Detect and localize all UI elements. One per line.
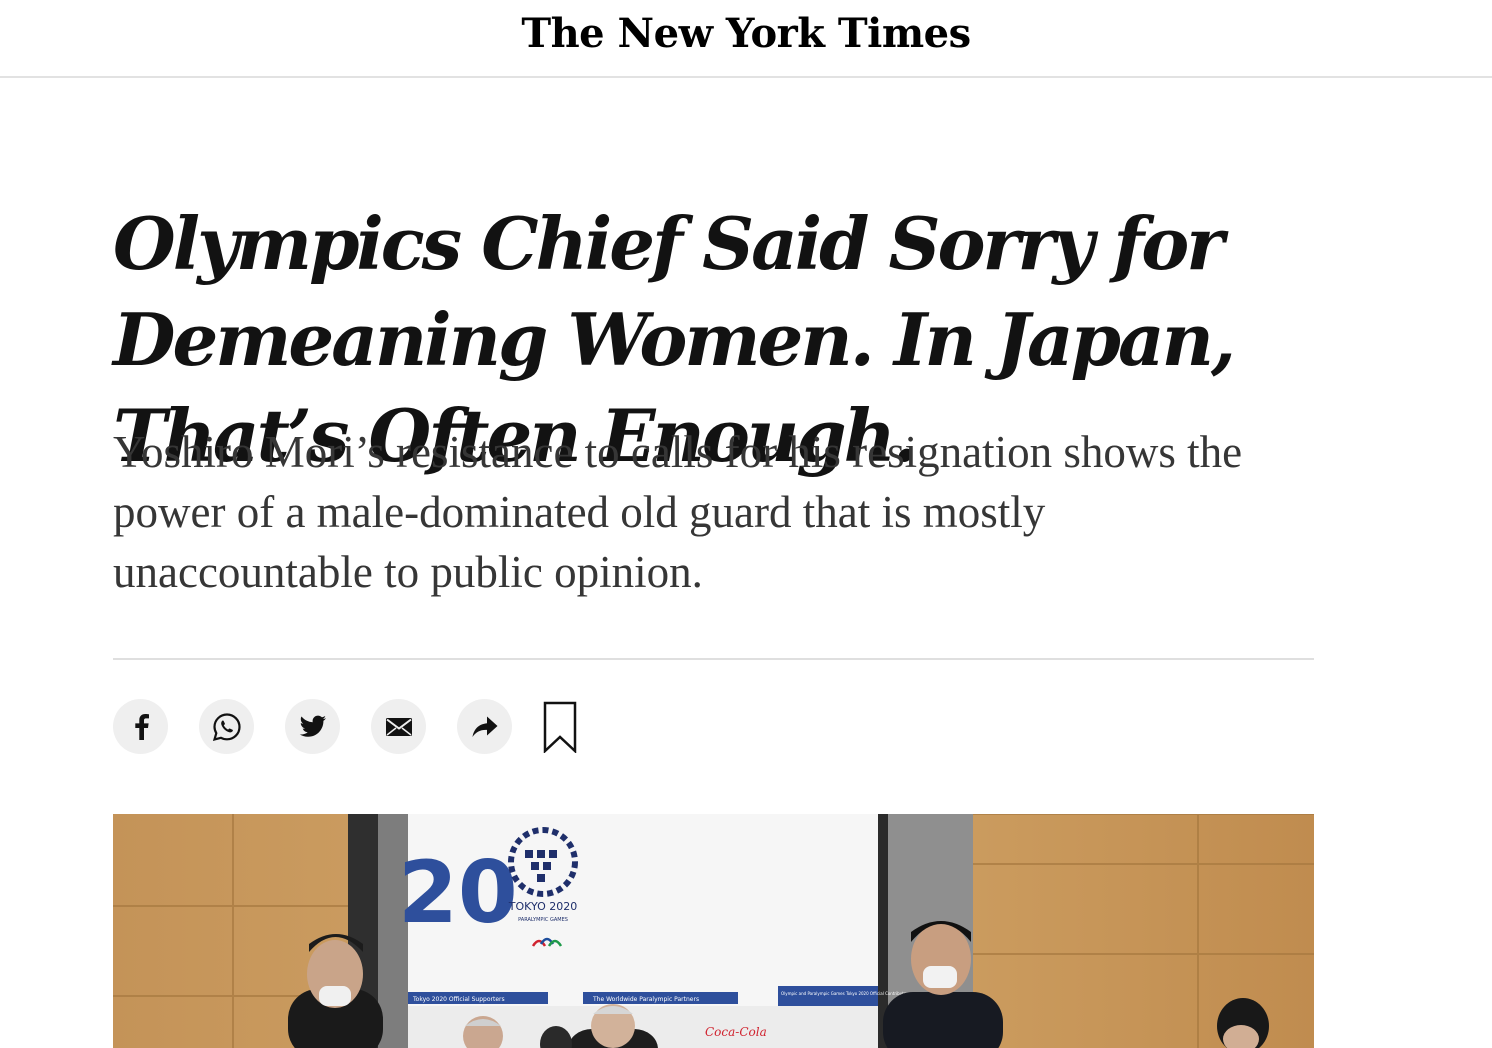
board-label-supporters: Tokyo 2020 Official Supporters bbox=[412, 996, 505, 1003]
more-share-button[interactable] bbox=[457, 699, 512, 754]
bookmark-icon[interactable] bbox=[543, 701, 577, 753]
emblem-label: TOKYO 2020 bbox=[508, 900, 577, 913]
masthead-logo[interactable]: The New York Times bbox=[0, 10, 1492, 57]
emblem-sublabel: PARALYMPIC GAMES bbox=[518, 917, 568, 923]
whatsapp-icon bbox=[212, 712, 241, 741]
sponsor-logo: Coca-Cola bbox=[705, 1025, 767, 1039]
lead-photo: 20 TOKYO 2020 PARALYMPIC GAMES Tokyo 202… bbox=[113, 814, 1314, 1048]
photo-scene: 20 TOKYO 2020 PARALYMPIC GAMES Tokyo 202… bbox=[113, 814, 1314, 1048]
article-summary: Yoshiro Mori’s resistance to calls for h… bbox=[113, 427, 1243, 597]
facebook-share-button[interactable] bbox=[113, 699, 168, 754]
share-arrow-icon bbox=[472, 716, 497, 737]
board-label-partners: The Worldwide Paralympic Partners bbox=[592, 996, 699, 1003]
banner-number: 20 bbox=[398, 843, 518, 943]
twitter-icon bbox=[299, 715, 326, 737]
whatsapp-share-button[interactable] bbox=[199, 699, 254, 754]
top-bar: The New York Times bbox=[0, 0, 1492, 78]
divider bbox=[113, 658, 1314, 660]
email-share-button[interactable] bbox=[371, 699, 426, 754]
facebook-icon bbox=[134, 713, 149, 740]
twitter-share-button[interactable] bbox=[285, 699, 340, 754]
board-label-contributors: Olympic and Paralympic Games Tokyo 2020 … bbox=[781, 991, 910, 996]
email-icon bbox=[385, 717, 412, 736]
